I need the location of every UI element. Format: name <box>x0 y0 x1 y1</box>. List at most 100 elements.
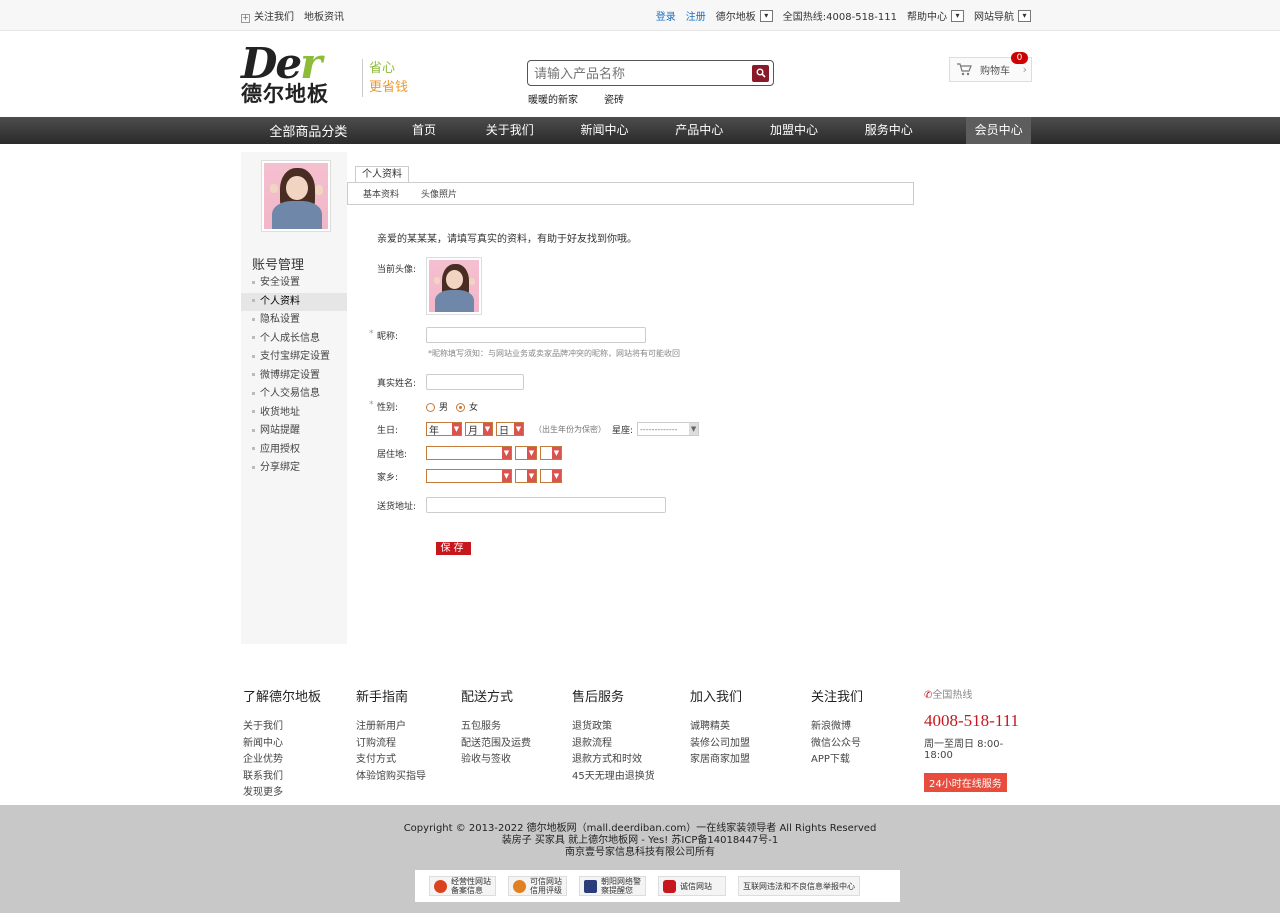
zodiac-select[interactable]: ------------- ▼ <box>637 422 700 436</box>
subtab-avatar[interactable]: 头像照片 <box>421 187 457 200</box>
footer-col-delivery: 配送方式 五包服务 配送范围及运费 验收与签收 <box>461 686 531 769</box>
footer-col-join: 加入我们 诚聘精英 装修公司加盟 家居商家加盟 <box>690 686 750 769</box>
nav-news[interactable]: 新闻中心 <box>557 117 652 144</box>
tab-profile[interactable]: 个人资料 <box>355 166 409 182</box>
residence-district-select[interactable]: ▼ <box>540 446 562 460</box>
sidebar-item-auth[interactable]: 应用授权 <box>241 441 347 460</box>
footer-links: 了解德尔地板 关于我们 新闻中心 企业优势 联系我们 发现更多 新手指南 注册新… <box>241 686 1031 801</box>
sidebar-item-weibo[interactable]: 微博绑定设置 <box>241 367 347 386</box>
realname-input[interactable] <box>426 374 524 390</box>
brand-dropdown[interactable]: 德尔地板 ▾ <box>716 8 773 23</box>
search-button[interactable] <box>752 64 769 82</box>
footer-link[interactable]: 退款流程 <box>572 736 655 753</box>
footer-link[interactable]: 体验馆购买指导 <box>356 769 426 786</box>
footer-link[interactable]: 支付方式 <box>356 752 426 769</box>
search-icon <box>756 68 766 78</box>
residence-province-select[interactable]: ▼ <box>426 446 512 460</box>
login-link[interactable]: 登录 <box>656 8 676 23</box>
sidebar-item-alipay[interactable]: 支付宝绑定设置 <box>241 348 347 367</box>
gender-male[interactable]: 男 <box>426 400 448 413</box>
sidebar-title: 账号管理 <box>252 257 305 272</box>
hot-word[interactable]: 瓷砖 <box>604 91 624 106</box>
nav-franchise[interactable]: 加盟中心 <box>747 117 842 144</box>
sidebar-item-growth[interactable]: 个人成长信息 <box>241 330 347 349</box>
floor-news-link[interactable]: 地板资讯 <box>304 8 344 23</box>
sidebar-item-address[interactable]: 收货地址 <box>241 404 347 423</box>
logo[interactable]: Der 德尔地板 <box>241 43 353 106</box>
footer-link[interactable]: 退款方式和时效 <box>572 752 655 769</box>
save-button[interactable]: 保存 <box>436 542 471 555</box>
footer-link[interactable]: 装修公司加盟 <box>690 736 750 753</box>
footer-link[interactable]: 配送范围及运费 <box>461 736 531 753</box>
badge-record[interactable]: 经营性网站 备案信息 <box>429 876 496 896</box>
nav-member[interactable]: 会员中心 <box>966 117 1032 144</box>
footer-link[interactable]: 家居商家加盟 <box>690 752 750 769</box>
footer-link[interactable]: 企业优势 <box>243 752 321 769</box>
main-area: 账号管理 安全设置 个人资料 隐私设置 个人成长信息 支付宝绑定设置 微博绑定设… <box>0 144 1280 644</box>
hometown-label: 家乡: <box>377 472 399 483</box>
footer-link[interactable]: 新闻中心 <box>243 736 321 753</box>
radio-icon <box>426 403 435 412</box>
hometown-city-select[interactable]: ▼ <box>515 469 537 483</box>
nickname-label: * 昵称: <box>369 328 399 342</box>
address-label: 送货地址: <box>377 501 417 512</box>
footer-link[interactable]: 注册新用户 <box>356 719 426 736</box>
hometown-district-select[interactable]: ▼ <box>540 469 562 483</box>
badge-integrity[interactable]: 诚信网站 <box>658 876 726 896</box>
footer-link[interactable]: 45天无理由退换货 <box>572 769 655 786</box>
sidebar-item-reminders[interactable]: 网站提醒 <box>241 422 347 441</box>
online-service-button[interactable]: 24小时在线服务 <box>924 773 1007 792</box>
residence-city-select[interactable]: ▼ <box>515 446 537 460</box>
realname-label: 真实姓名: <box>377 378 417 389</box>
chevron-down-icon: ▼ <box>514 423 523 435</box>
top-bar: + 关注我们 地板资讯 登录 注册 德尔地板 ▾ 全国热线:4008-518-111… <box>0 0 1280 31</box>
gender-female[interactable]: 女 <box>456 400 478 413</box>
hometown-province-select[interactable]: ▼ <box>426 469 512 483</box>
hot-search-words: 暖暖的新家 瓷砖 <box>528 91 624 106</box>
nickname-input[interactable] <box>426 327 646 343</box>
birthday-label: 生日: <box>377 425 399 436</box>
help-dropdown[interactable]: 帮助中心 ▾ <box>907 8 964 23</box>
avatar <box>261 160 331 232</box>
birth-month-select[interactable]: 月 ▼ <box>465 422 493 437</box>
current-avatar[interactable] <box>426 257 482 315</box>
sidebar-item-share[interactable]: 分享绑定 <box>241 459 347 478</box>
footer-link[interactable]: 退货政策 <box>572 719 655 736</box>
birth-day-select[interactable]: 日 ▼ <box>496 422 524 437</box>
nav-about[interactable]: 关于我们 <box>462 117 557 144</box>
footer-link[interactable]: 订购流程 <box>356 736 426 753</box>
nav-home[interactable]: 首页 <box>386 117 463 144</box>
footer-link[interactable]: 诚聘精英 <box>690 719 750 736</box>
copyright: Copyright © 2013-2022 德尔地板网（mall.deerdib… <box>0 823 1280 859</box>
footer-link[interactable]: 关于我们 <box>243 719 321 736</box>
footer-link[interactable]: APP下载 <box>811 752 863 769</box>
hot-word[interactable]: 暖暖的新家 <box>528 91 578 106</box>
footer-link[interactable]: 联系我们 <box>243 769 321 786</box>
trust-badges: 经营性网站 备案信息 可信网站 信用评级 朝阳网络警 察提醒您 诚信网站 互联网违法和… <box>415 870 900 902</box>
register-link[interactable]: 注册 <box>686 8 706 23</box>
badge-police[interactable]: 朝阳网络警 察提醒您 <box>579 876 646 896</box>
birth-year-select[interactable]: 年 ▼ <box>426 422 462 437</box>
footer-link[interactable]: 验收与签收 <box>461 752 531 769</box>
follow-link[interactable]: + 关注我们 <box>241 8 294 23</box>
sidebar-item-trades[interactable]: 个人交易信息 <box>241 385 347 404</box>
cart-button[interactable]: 购物车 0 › <box>949 52 1032 82</box>
search-input[interactable] <box>528 61 752 85</box>
sidebar-item-security[interactable]: 安全设置 <box>241 274 347 293</box>
nav-products[interactable]: 产品中心 <box>652 117 747 144</box>
intro-text: 亲爱的某某某，请填写真实的资料，有助于好友找到你哦。 <box>377 234 637 245</box>
footer-link[interactable]: 微信公众号 <box>811 736 863 753</box>
chevron-down-icon: ▼ <box>527 470 536 482</box>
footer-link[interactable]: 五包服务 <box>461 719 531 736</box>
all-categories[interactable]: 全部商品分类 <box>241 121 376 140</box>
footer-link[interactable]: 发现更多 <box>243 785 321 802</box>
sidebar-item-profile[interactable]: 个人资料 <box>241 292 347 311</box>
nav-service[interactable]: 服务中心 <box>841 117 936 144</box>
site-nav-dropdown[interactable]: 网站导航 ▾ <box>974 8 1031 23</box>
address-input[interactable] <box>426 497 666 513</box>
badge-report[interactable]: 互联网违法和不良信息举报中心 <box>738 876 860 896</box>
footer-link[interactable]: 新浪微博 <box>811 719 863 736</box>
sidebar-item-privacy[interactable]: 隐私设置 <box>241 311 347 330</box>
badge-trusted[interactable]: 可信网站 信用评级 <box>508 876 567 896</box>
subtab-basic[interactable]: 基本资料 <box>363 187 399 200</box>
